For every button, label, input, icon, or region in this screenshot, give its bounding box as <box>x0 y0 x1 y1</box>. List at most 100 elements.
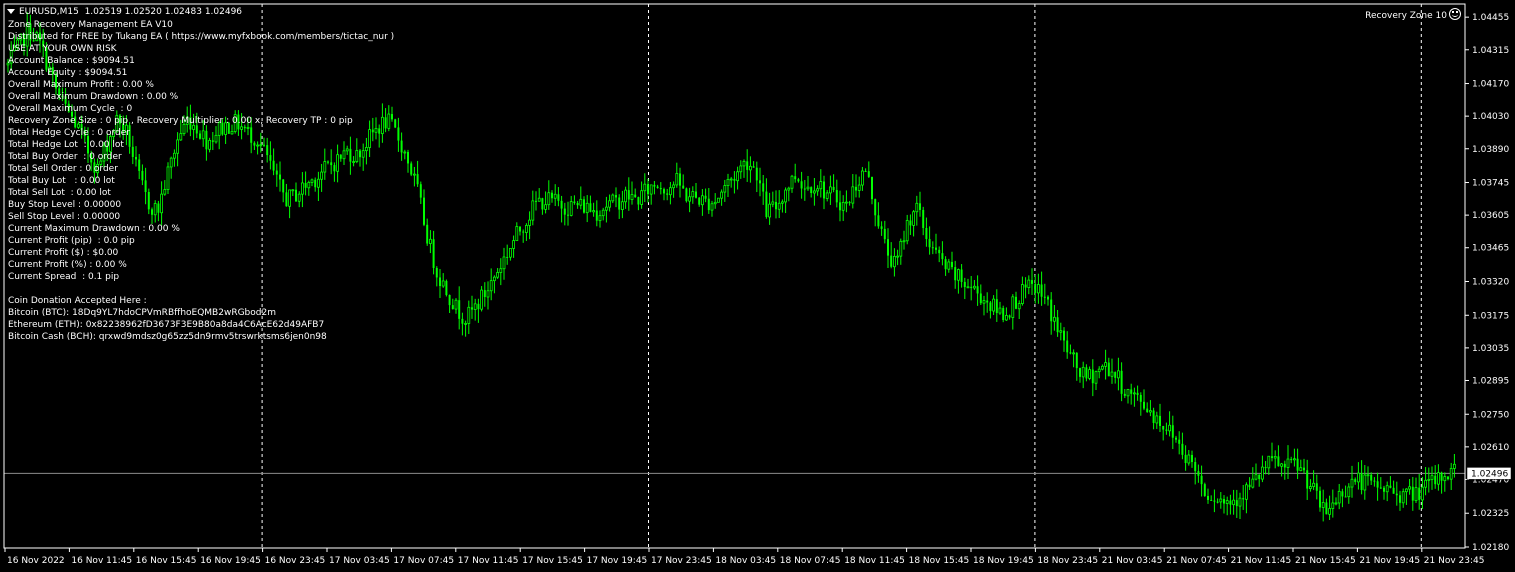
candle-body-bull <box>1357 472 1360 483</box>
candle-body-bull <box>1366 474 1370 477</box>
candle-body-bear <box>1043 296 1046 298</box>
candle-body-bull <box>1126 389 1130 397</box>
candle-body-bear <box>400 140 403 153</box>
candle-body-bear <box>1197 471 1200 476</box>
candle-body-bear <box>1203 484 1206 496</box>
ea-info-line: Total Hedge Cycle : 0 order <box>8 128 130 138</box>
candle-body-bear <box>410 163 413 175</box>
candle-body-bear <box>1184 454 1187 463</box>
candle-body-bull <box>1168 424 1171 432</box>
candle-body-bear <box>883 228 886 240</box>
candle-body-bear <box>541 198 544 210</box>
candle-body-bear <box>397 127 400 141</box>
candle-body-bull <box>496 272 500 278</box>
ea-info-line: Current Profit (%) : 0.00 % <box>8 260 127 270</box>
candle-body-bear <box>583 199 585 213</box>
time-tick-label: 18 Nov 11:45 <box>844 556 905 566</box>
candle-body-bull <box>1097 368 1101 373</box>
time-tick-label: 17 Nov 23:45 <box>651 556 712 566</box>
candle-body-bear <box>922 209 925 229</box>
candle-body-bull <box>454 299 458 310</box>
candle-body-bear <box>634 194 637 198</box>
candle-body-bull <box>1385 485 1389 493</box>
candle-body-bear <box>557 194 560 201</box>
candle-body-bull <box>896 255 899 258</box>
candle-body-bear <box>1341 491 1344 497</box>
candle-body-bear <box>551 192 553 199</box>
candle-body-bear <box>1248 484 1251 488</box>
candle-body-bear <box>1040 284 1043 297</box>
price-tick-label: 1.02180 <box>1472 543 1509 553</box>
ea-info-line: Zone Recovery Management EA V10 <box>8 20 173 30</box>
candle-body-bull <box>1424 479 1427 488</box>
candle-body-bear <box>1107 362 1110 377</box>
candle-body-bull <box>480 289 484 310</box>
candle-body-bear <box>746 161 749 170</box>
candle-body-bull <box>1331 502 1335 509</box>
ea-info-line: Coin Donation Accepted Here : <box>8 296 147 306</box>
ea-info-line: Overall Maximum Drawdown : 0.00 % <box>8 92 179 102</box>
candle-body-bear <box>1383 487 1385 492</box>
candle-body-bear <box>666 193 669 195</box>
candle-body-bear <box>1392 487 1395 494</box>
candle-body-bear <box>1379 487 1382 489</box>
candle-body-bull <box>1405 488 1408 493</box>
candle-body-bull <box>621 201 624 210</box>
candle-body-bull <box>857 184 861 191</box>
candle-body-bear <box>615 195 617 198</box>
candle-body-bear <box>1191 454 1193 463</box>
candle-body-bear <box>1034 283 1037 293</box>
candle-body-bull <box>502 256 506 270</box>
candle-body-bull <box>1149 410 1152 413</box>
candle-body-bear <box>848 202 851 204</box>
candle-body-bull <box>998 307 1002 314</box>
time-tick-label: 16 Nov 11:45 <box>71 556 132 566</box>
candle-body-bull <box>1363 474 1367 491</box>
candle-body-bull <box>1021 284 1024 304</box>
candle-body-bear <box>1181 443 1184 455</box>
candle-body-bear <box>535 200 537 202</box>
candle-body-bear <box>925 228 928 240</box>
candle-body-bull <box>1005 315 1008 321</box>
candle-body-bull <box>851 186 855 204</box>
time-axis[interactable]: 16 Nov 2022 16 Nov 11:45 16 Nov 15:45 16 No… <box>4 548 1484 566</box>
ea-info-panel: Zone Recovery Management EA V10 Distribut… <box>8 19 394 343</box>
candle-body-bear <box>800 181 803 189</box>
price-tick-label: 1.04170 <box>1472 80 1509 90</box>
candle-body-bull <box>1104 362 1107 367</box>
candle-body-bull <box>742 160 746 167</box>
candle-body-bull <box>784 189 787 203</box>
ea-info-line: Overall Maximum Cycle : 0 <box>8 104 133 114</box>
candle-body-bull <box>569 201 573 216</box>
candle-body-bull <box>1110 371 1114 377</box>
candle-body-bull <box>912 211 915 226</box>
candle-body-bull <box>547 192 551 206</box>
candle-body-bear <box>762 183 765 192</box>
candle-body-bear <box>797 179 800 182</box>
chart-window[interactable]: 1.04455 1.04315 1.04170 1.04030 1.03890 1.037… <box>0 0 1515 572</box>
candle-body-bull <box>1059 330 1063 333</box>
candle-body-bull <box>492 276 496 282</box>
candle-body-bull <box>771 201 775 205</box>
ea-info-line: Ethereum (ETH): 0x82238962fD3673F3E9B80a… <box>8 320 325 330</box>
candle-body-bear <box>1373 480 1376 482</box>
candle-body-bull <box>717 197 720 203</box>
candle-body-bear <box>1344 496 1347 498</box>
candle-body-bull <box>473 303 477 310</box>
candle-body-bull <box>1443 476 1447 482</box>
candle-body-bear <box>931 247 934 249</box>
candle-body-bull <box>1088 369 1091 379</box>
candle-body-bear <box>1370 474 1373 481</box>
smile-icon <box>1449 8 1461 20</box>
candle-body-bear <box>1120 370 1123 394</box>
candle-body-bear <box>573 201 576 204</box>
candle-body-bull <box>553 193 557 199</box>
candle-body-bull <box>1187 454 1191 464</box>
dropdown-triangle-icon[interactable] <box>7 9 15 14</box>
candle-body-bull <box>973 285 976 289</box>
chart-header: EURUSD,M15 1.02519 1.02520 1.02483 1.024… <box>7 6 242 18</box>
symbol-label: EURUSD,M15 <box>19 7 79 17</box>
candle-body-bull <box>1232 499 1235 506</box>
candle-body-bull <box>1027 279 1031 288</box>
candle-body-bear <box>941 253 944 260</box>
